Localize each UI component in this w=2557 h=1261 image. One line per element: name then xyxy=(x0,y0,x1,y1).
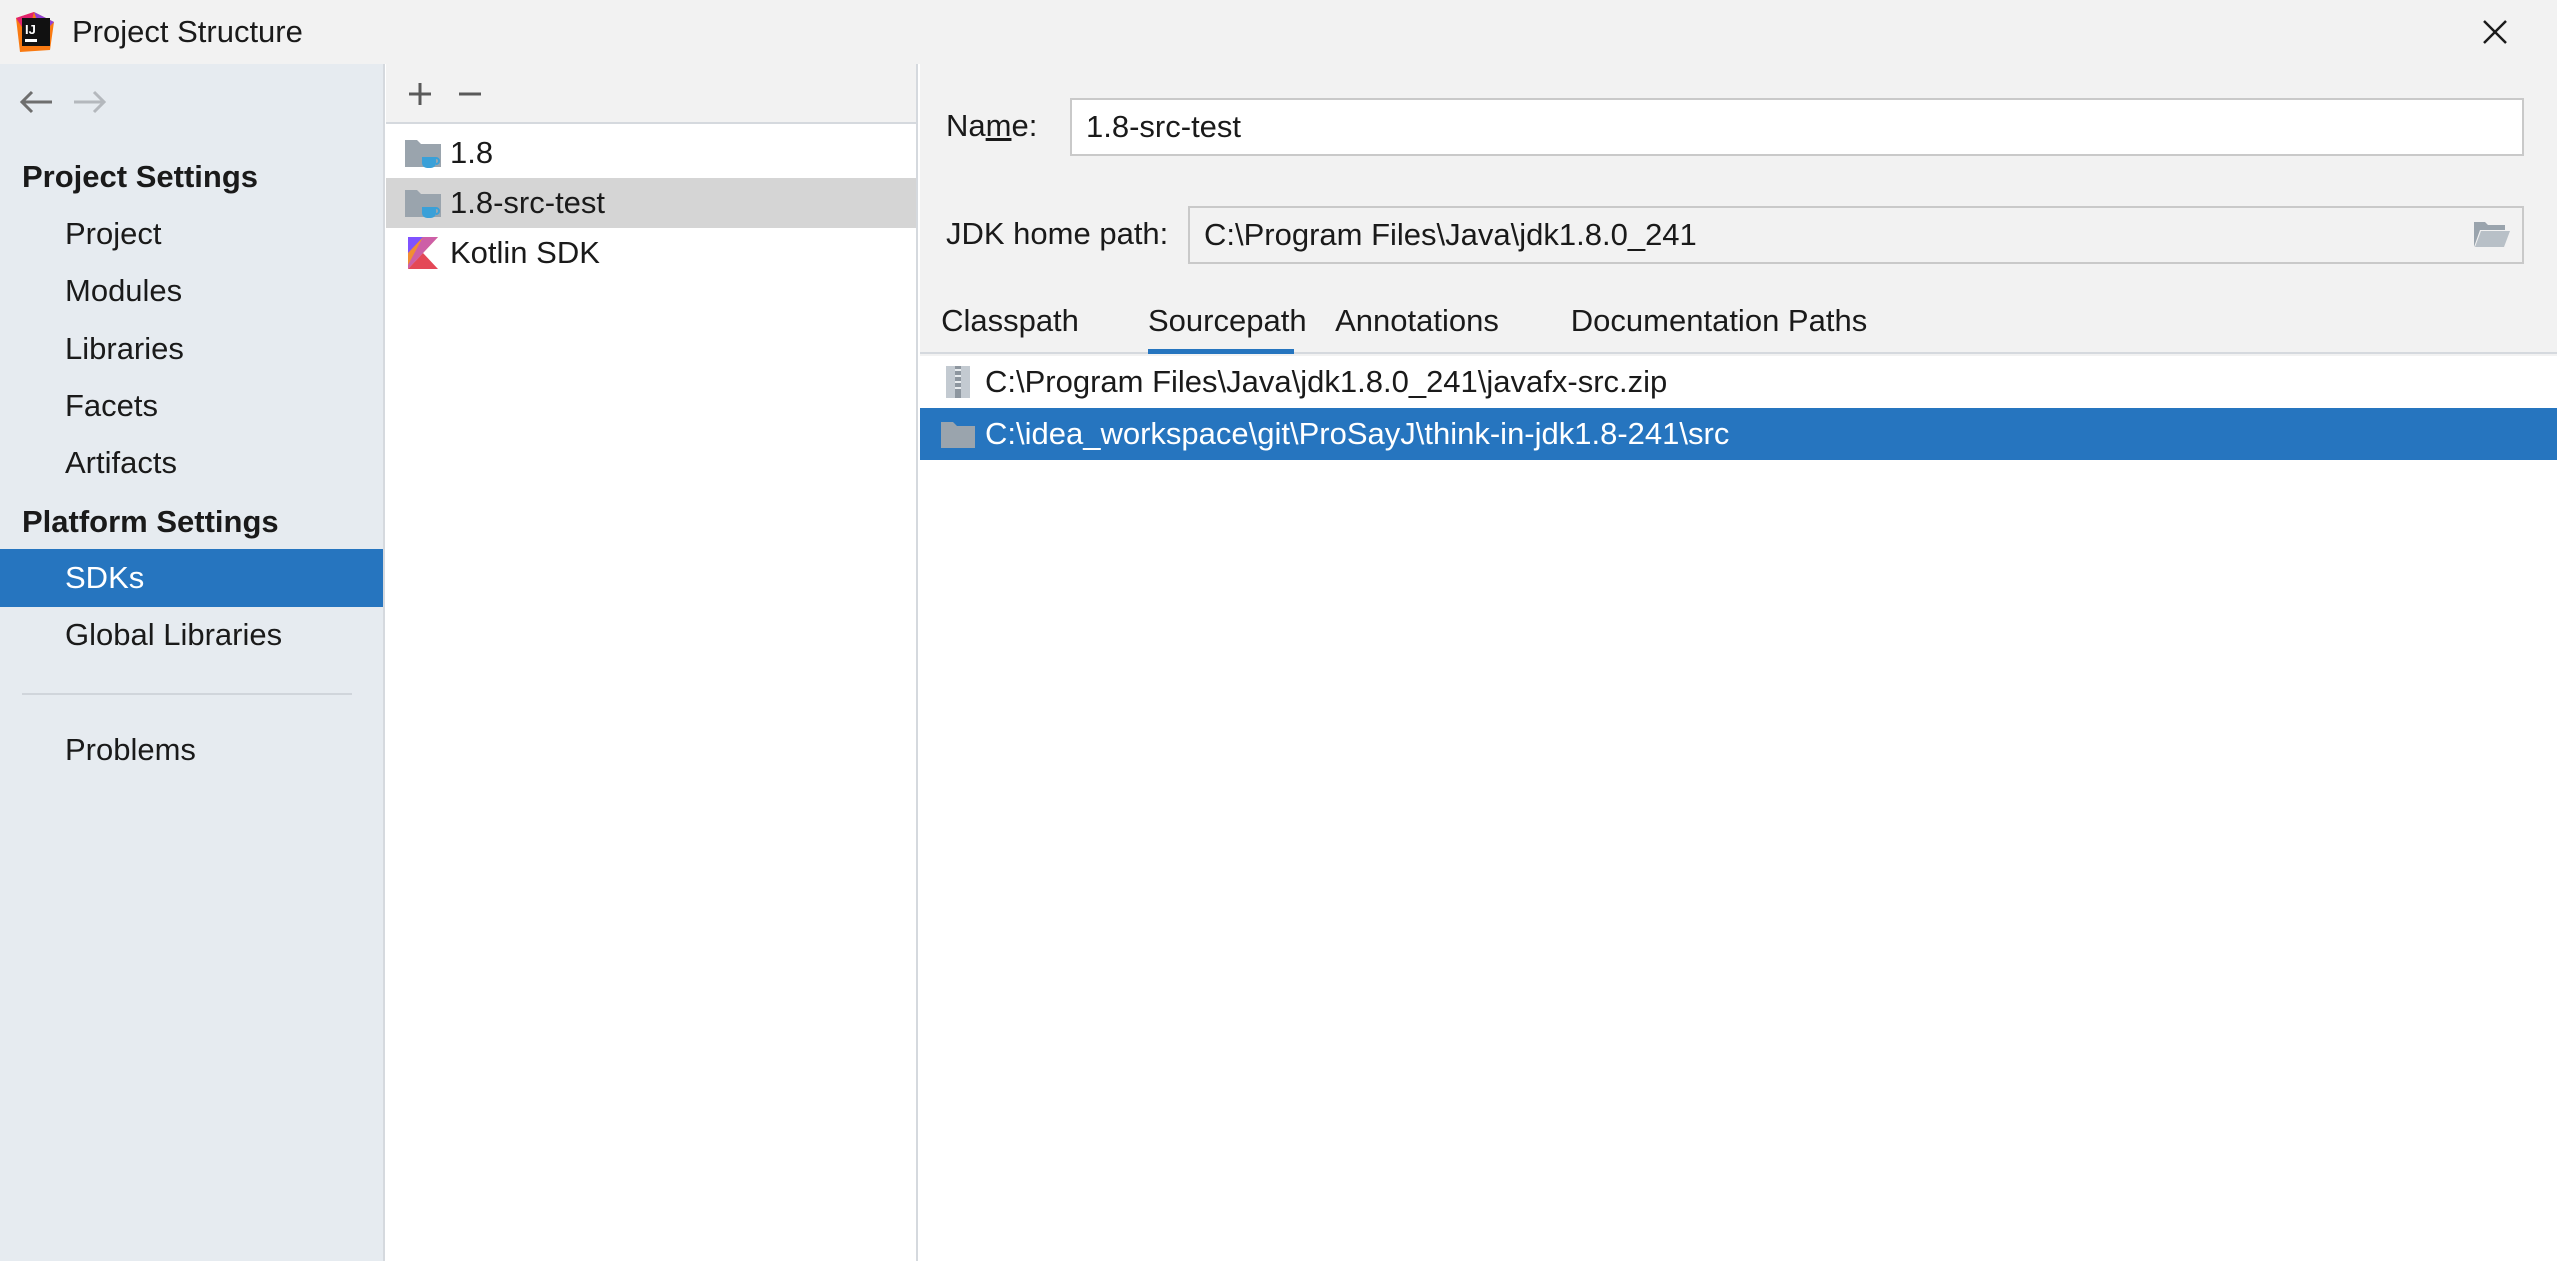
sdk-item-1-8-src-test[interactable]: 1.8-src-test xyxy=(386,178,916,228)
project-settings-heading: Project Settings xyxy=(22,159,258,194)
sidebar-item-sdks[interactable]: SDKs xyxy=(0,549,383,607)
sidebar-item-label: Facets xyxy=(65,388,159,423)
sidebar-item-label: Artifacts xyxy=(65,445,177,480)
sidebar-item-label: Libraries xyxy=(65,331,184,366)
sidebar-item-label: Global Libraries xyxy=(65,617,283,652)
folder-icon xyxy=(941,422,975,448)
window-title: Project Structure xyxy=(72,14,303,49)
folder-open-icon xyxy=(2474,222,2510,247)
add-sdk-button[interactable] xyxy=(398,74,442,114)
list-item[interactable]: C:\Program Files\Java\jdk1.8.0_241\javaf… xyxy=(920,356,2557,408)
tab-sourcepath[interactable]: Sourcepath xyxy=(1148,292,1307,354)
sidebar-item-global-libraries[interactable]: Global Libraries xyxy=(0,606,383,664)
sdk-tab-bar: Classpath Sourcepath Annotations Documen… xyxy=(920,292,2557,354)
tab-annotations[interactable]: Annotations xyxy=(1308,292,1526,354)
sidebar-item-label: Modules xyxy=(65,273,183,308)
browse-jdk-home-button[interactable] xyxy=(2468,212,2516,256)
sidebar-item-problems[interactable]: Problems xyxy=(0,721,383,779)
sdk-list-panel: 1.8 1.8-src-test Kotlin SDK xyxy=(386,64,918,1261)
minus-icon xyxy=(459,92,481,96)
archive-icon xyxy=(946,366,970,398)
close-button[interactable] xyxy=(2470,10,2520,54)
sidebar-item-libraries[interactable]: Libraries xyxy=(0,320,383,378)
back-button[interactable] xyxy=(14,82,58,122)
sidebar-item-facets[interactable]: Facets xyxy=(0,377,383,435)
sdk-item-label: 1.8-src-test xyxy=(450,185,606,220)
intellij-idea-logo-icon: IJ xyxy=(16,12,54,52)
tab-documentation-paths[interactable]: Documentation Paths xyxy=(1540,292,1898,354)
sidebar-item-label: Project xyxy=(65,216,162,251)
remove-sdk-button[interactable] xyxy=(448,74,492,114)
name-label: Name: xyxy=(946,108,1038,143)
sdk-item-label: 1.8 xyxy=(450,135,494,170)
close-icon xyxy=(2483,20,2507,44)
path-label: C:\Program Files\Java\jdk1.8.0_241\javaf… xyxy=(985,364,1668,399)
jdk-folder-icon xyxy=(405,140,441,168)
forward-button[interactable] xyxy=(68,82,112,122)
name-field[interactable] xyxy=(1070,98,2524,156)
sidebar-item-project[interactable]: Project xyxy=(0,205,383,263)
sidebar-divider xyxy=(22,693,352,695)
sidebar-item-modules[interactable]: Modules xyxy=(0,262,383,320)
jdk-folder-icon xyxy=(405,190,441,218)
navigation-arrows xyxy=(14,82,112,122)
title-bar: IJ Project Structure xyxy=(0,0,2557,64)
svg-text:IJ: IJ xyxy=(25,22,36,37)
settings-sidebar: Project Settings Project Modules Librari… xyxy=(0,64,385,1261)
sourcepath-list: C:\Program Files\Java\jdk1.8.0_241\javaf… xyxy=(920,356,2557,1261)
sdk-item-1-8[interactable]: 1.8 xyxy=(386,128,916,178)
sidebar-item-artifacts[interactable]: Artifacts xyxy=(0,434,383,492)
back-arrow-icon xyxy=(19,90,52,114)
kotlin-icon xyxy=(408,237,438,269)
sdk-item-label: Kotlin SDK xyxy=(450,235,600,270)
plus-icon xyxy=(409,83,431,105)
tab-classpath[interactable]: Classpath xyxy=(922,292,1098,354)
jdk-home-path-label: JDK home path: xyxy=(946,216,1169,251)
forward-arrow-icon xyxy=(74,90,107,114)
jdk-home-path-field[interactable] xyxy=(1188,206,2524,264)
sdk-detail-panel: Name: JDK home path: Classpath Sourcepat… xyxy=(920,64,2557,1261)
platform-settings-heading: Platform Settings xyxy=(22,504,279,539)
sidebar-item-label: Problems xyxy=(65,732,196,767)
sidebar-item-label: SDKs xyxy=(65,560,145,595)
path-label: C:\idea_workspace\git\ProSayJ\think-in-j… xyxy=(985,416,1730,451)
sdk-toolbar xyxy=(386,64,916,124)
sdk-item-kotlin-sdk[interactable]: Kotlin SDK xyxy=(386,228,916,278)
list-item[interactable]: C:\idea_workspace\git\ProSayJ\think-in-j… xyxy=(920,408,2557,460)
